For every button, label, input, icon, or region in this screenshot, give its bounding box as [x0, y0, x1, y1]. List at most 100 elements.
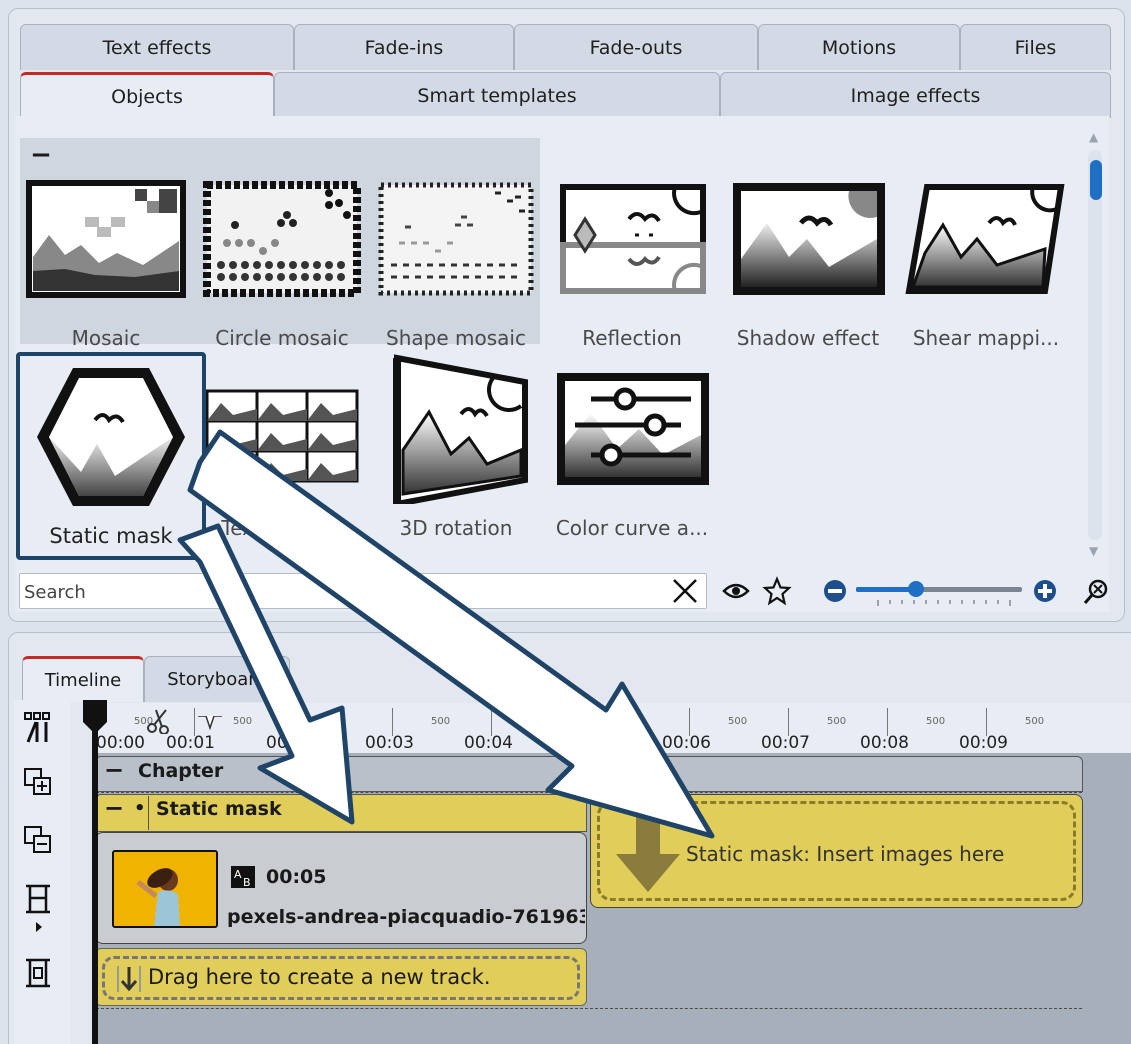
scrollbar-thumb[interactable]	[1090, 160, 1102, 200]
zoom-reset-icon[interactable]	[1082, 578, 1110, 610]
chapter-label: Chapter	[138, 760, 224, 782]
mask-track-collapse-button[interactable]: −	[104, 794, 124, 822]
effect-shear-mapping[interactable]: Shear mappi...	[900, 164, 1072, 369]
ruler-tick	[194, 708, 195, 736]
tab-label: Objects	[111, 85, 183, 108]
tab-objects[interactable]: Objects	[20, 72, 274, 118]
effect-static-mask[interactable]: Static mask	[16, 352, 206, 560]
tab-motions[interactable]: Motions	[758, 24, 960, 70]
new-track-label: Drag here to create a new track.	[148, 965, 491, 989]
star-icon[interactable]	[762, 576, 792, 610]
effect-label: Shear mappi...	[912, 326, 1060, 350]
shear-mapping-icon	[905, 164, 1067, 314]
search-input[interactable]	[24, 578, 664, 606]
effect-shape-mosaic[interactable]: Shape mosaic	[370, 164, 542, 369]
ruler-sub-label: 500	[233, 716, 253, 727]
shape-mosaic-icon	[375, 164, 537, 314]
ruler-tick	[887, 708, 888, 736]
playhead[interactable]	[92, 703, 98, 1044]
split-tracks-icon[interactable]	[24, 712, 50, 748]
effect-shadow[interactable]: Shadow effect	[722, 164, 894, 369]
tab-label: Text effects	[102, 36, 212, 59]
effect-label: Mosaic	[71, 326, 141, 350]
tab-fade-ins[interactable]: Fade-ins	[294, 24, 514, 70]
effect-texture-tiles[interactable]: Texture tiles	[196, 354, 368, 559]
add-track-icon[interactable]	[24, 768, 52, 802]
tab-text-effects[interactable]: Text effects	[20, 24, 294, 70]
tab-label: Files	[1014, 36, 1057, 59]
ruler-sub-label: 500	[728, 716, 748, 727]
ruler-label: 00:08	[860, 733, 909, 753]
scroll-down-icon[interactable]: ▼	[1089, 544, 1098, 558]
clip-thumbnail	[112, 850, 218, 928]
svg-text:A: A	[234, 868, 242, 881]
track-separator	[96, 1008, 1082, 1009]
clip-filename: pexels-andrea-piacquadio-761963	[227, 906, 585, 928]
effect-label: 3D rotation	[399, 516, 513, 540]
ruler-sub-label: 500	[926, 716, 946, 727]
scrollbar-track[interactable]	[1088, 150, 1102, 540]
effect-label: Texture tiles	[221, 516, 343, 540]
scissors-icon[interactable]	[146, 708, 172, 738]
tab-label: Fade-outs	[589, 36, 683, 59]
tab-label: Timeline	[44, 670, 122, 691]
chapter-collapse-button[interactable]: −	[104, 756, 124, 784]
transition-icon[interactable]: AB	[231, 866, 255, 892]
ruler-label: 00:05	[563, 733, 612, 753]
zoom-out-icon[interactable]	[822, 578, 848, 608]
marker-icon[interactable]	[196, 715, 224, 738]
3d-rotation-icon	[375, 354, 537, 504]
ruler-label: 00:02	[266, 733, 315, 753]
ruler-tick	[986, 708, 987, 736]
ruler-label: 00:09	[959, 733, 1008, 753]
timeline-toolbar	[14, 700, 70, 1044]
tab-label: Fade-ins	[364, 36, 444, 59]
ruler-label: 00:03	[365, 733, 414, 753]
drop-arrow-icon	[612, 806, 684, 900]
effect-label: Static mask	[49, 524, 173, 548]
scroll-up-icon[interactable]: ▲	[1089, 130, 1098, 144]
effect-circle-mosaic[interactable]: Circle mosaic	[196, 164, 368, 369]
ruler-tick	[590, 708, 591, 736]
insert-zone-label: Static mask: Insert images here	[686, 842, 1005, 866]
clip-duration: 00:05	[266, 866, 327, 888]
effect-color-curve[interactable]: Color curve a...	[546, 354, 718, 559]
effect-reflection[interactable]: Reflection	[546, 164, 718, 369]
ruler-sub-label: 500	[1025, 716, 1045, 727]
effect-3d-rotation[interactable]: 3D rotation	[370, 354, 542, 559]
svg-text:B: B	[243, 876, 251, 888]
ruler-label: 00:04	[464, 733, 513, 753]
mask-track-label: Static mask	[156, 798, 282, 820]
remove-track-icon[interactable]	[24, 826, 52, 860]
ruler-label: 00:07	[761, 733, 810, 753]
close-icon[interactable]	[670, 576, 700, 610]
mask-track-dot: •	[134, 798, 146, 819]
ruler-tick	[689, 708, 690, 736]
mosaic-icon	[25, 164, 187, 314]
effect-label: Color curve a...	[555, 516, 709, 540]
eye-icon[interactable]	[722, 578, 750, 608]
search-field[interactable]	[19, 573, 707, 609]
tab-storyboard[interactable]: Storyboard	[144, 656, 290, 702]
effect-mosaic[interactable]: Mosaic	[20, 164, 192, 369]
shadow-effect-icon	[727, 164, 889, 314]
tab-timeline[interactable]: Timeline	[22, 656, 144, 702]
texture-tiles-icon	[201, 354, 363, 504]
zoom-in-icon[interactable]	[1032, 578, 1058, 608]
ruler-sub-label: 500	[827, 716, 847, 727]
reflection-icon	[551, 164, 713, 314]
tab-files[interactable]: Files	[960, 24, 1111, 70]
track-separator	[96, 792, 1082, 793]
zoom-slider[interactable]	[856, 580, 1026, 614]
tab-smart-templates[interactable]: Smart templates	[274, 72, 720, 118]
tab-image-effects[interactable]: Image effects	[720, 72, 1111, 118]
arrow-down-icon	[116, 964, 142, 998]
tab-fade-outs[interactable]: Fade-outs	[514, 24, 758, 70]
effect-label: Reflection	[582, 326, 682, 350]
playhead-handle-icon[interactable]	[80, 700, 110, 738]
chapter-track[interactable]	[95, 756, 1083, 792]
zoom-timeline-icon[interactable]	[24, 958, 52, 992]
circle-mosaic-icon	[201, 164, 363, 314]
fit-timeline-icon[interactable]	[24, 884, 52, 936]
ruler-tick	[491, 708, 492, 736]
